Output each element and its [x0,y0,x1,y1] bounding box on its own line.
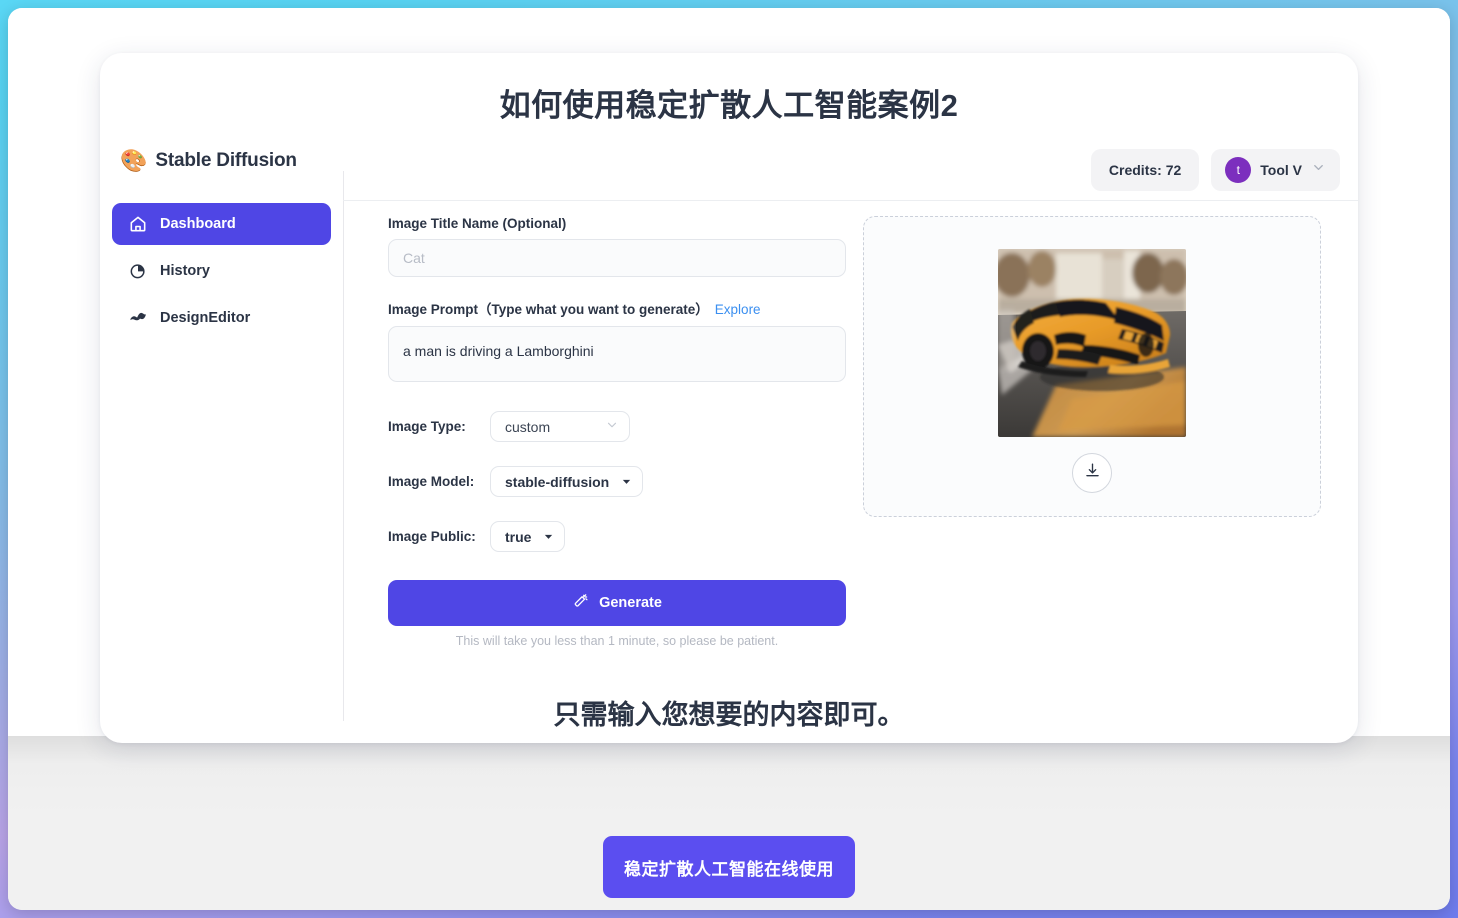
sidebar-divider [343,171,344,721]
generate-button[interactable]: Generate [388,580,846,626]
cta-area: 稳定扩散人工智能在线使用 [8,836,1450,898]
topbar-divider [343,200,1358,201]
image-title-input[interactable] [388,239,846,277]
cta-button[interactable]: 稳定扩散人工智能在线使用 [603,836,855,898]
image-type-select[interactable]: custom [490,411,630,442]
chevron-down-icon [1311,160,1326,180]
generate-hint: This will take you less than 1 minute, s… [455,634,779,648]
brand-logo[interactable]: 🎨 Stable Diffusion [100,131,343,191]
image-preview-panel [863,216,1321,517]
image-public-value: true [505,528,532,545]
credits-badge[interactable]: Credits: 72 [1090,149,1200,191]
magic-wand-icon [572,593,589,614]
download-icon [1083,461,1102,485]
user-menu-button[interactable]: t Tool V [1211,149,1340,191]
generate-button-label: Generate [599,595,662,611]
topbar: Credits: 72 t Tool V [1090,149,1340,191]
home-icon [128,214,148,234]
sidebar-item-history[interactable]: History [112,250,331,292]
sidebar-item-dashboard[interactable]: Dashboard [112,203,331,245]
image-public-label: Image Public: [388,529,476,544]
palette-icon: 🎨 [120,148,148,173]
chevron-down-icon [605,418,619,435]
sidebar-nav: Dashboard History DesignEditor [100,203,343,339]
brand-name: Stable Diffusion [155,150,297,171]
image-public-select[interactable]: true [490,521,566,552]
caret-down-icon [543,529,554,545]
user-name: Tool V [1260,162,1302,178]
image-title-label: Image Title Name (Optional) [388,216,567,231]
app-card: 如何使用稳定扩散人工智能案例2 🎨 Stable Diffusion Dashb… [100,53,1358,743]
sidebar-item-label: Dashboard [160,216,236,232]
image-type-value: custom [505,418,551,435]
image-model-select[interactable]: stable-diffusion [490,466,644,497]
page-caption: 只需输入您想要的内容即可。 [553,700,905,730]
page-title: 如何使用稳定扩散人工智能案例2 [499,88,959,123]
image-model-row: Image Model: stable-diffusion [388,466,848,497]
explore-link[interactable]: Explore [715,302,761,317]
image-prompt-label: Image Prompt（Type what you want to gener… [388,302,709,317]
pie-chart-icon [128,261,148,281]
image-prompt-label-row: Image Prompt（Type what you want to gener… [388,298,848,318]
image-type-row: Image Type: custom [388,411,848,442]
sidebar-item-label: DesignEditor [160,310,251,326]
generated-image[interactable] [998,249,1186,437]
design-editor-icon [128,308,148,328]
image-model-value: stable-diffusion [505,473,610,490]
generation-form: Image Title Name (Optional) Image Prompt… [388,216,848,648]
image-type-label: Image Type: [388,419,466,434]
sidebar-item-designeditor[interactable]: DesignEditor [112,297,331,339]
page-frame: 如何使用稳定扩散人工智能案例2 🎨 Stable Diffusion Dashb… [8,8,1450,910]
image-public-row: Image Public: true [388,521,848,552]
sidebar: 🎨 Stable Diffusion Dashboard History Des… [100,131,343,721]
image-prompt-input[interactable]: a man is driving a Lamborghini [388,326,846,382]
download-button[interactable] [1072,453,1112,493]
caret-down-icon [621,474,632,490]
image-model-label: Image Model: [388,474,475,489]
avatar: t [1225,157,1252,183]
sidebar-item-label: History [160,263,210,279]
